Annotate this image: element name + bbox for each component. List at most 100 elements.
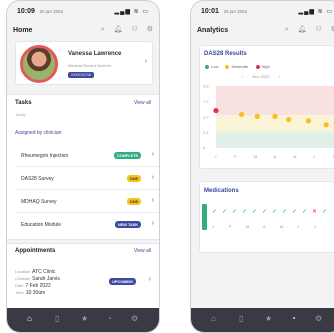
settings-icon[interactable]: ⚙: [131, 314, 138, 323]
medications-card: Medications ✓ ✓ ✓ ✓ ✓ ✓ ✓ ✓ ✓ ✓ ✕ ✓ J F M A M J J: [199, 181, 334, 253]
prev-period-button[interactable]: ‹: [242, 74, 243, 79]
task-row[interactable]: MDHAQ Survey DUE ›: [15, 193, 159, 213]
x-tick-label: A: [274, 154, 277, 159]
analytics-icon[interactable]: ◔: [107, 314, 112, 323]
star-icon[interactable]: ★: [81, 314, 88, 323]
patient-name: Vanessa Lawrence: [68, 51, 122, 57]
y-tick-label: 4.7: [203, 115, 209, 120]
analytics-screen: 10:01 25 jun 2022 ▂▄▆ ≋ ▭ Analytics ⌕ 🔔︎…: [190, 0, 334, 333]
month-label: J: [314, 224, 316, 229]
appointments-section: Appointments View all Location ATC Clinic…: [7, 243, 159, 309]
month-label: M: [246, 224, 250, 229]
x-tick-label: M: [293, 154, 296, 159]
y-tick-label: 9.6: [203, 84, 209, 89]
notification-icon[interactable]: 🔔︎: [114, 26, 123, 33]
page-title: Home: [13, 27, 33, 34]
legend-low: Low: [205, 64, 218, 69]
status-bar: 10:01 25 jun 2022 ▂▄▆ ≋ ▭: [201, 8, 333, 18]
status-bar: 10:09 20 jun 2022 ▂▄▆ ≋ ▭: [17, 8, 149, 18]
taken-dose-icon: ✓: [302, 209, 308, 215]
task-row[interactable]: Rheumegrin Injection COMPLETE ›: [15, 147, 159, 167]
status-badge: DUE: [126, 175, 141, 182]
band-low: [216, 131, 334, 148]
appointments-title: Appointments: [15, 248, 56, 254]
profile-card[interactable]: Vanessa Lawrence Medical Record Number X…: [15, 41, 153, 85]
das28-card: DAS28 Results Low Moderate High ‹ Nov 20…: [199, 45, 334, 169]
medication-icon[interactable]: ▯: [55, 314, 59, 323]
signal-wifi-battery-icon: ▂▄▆ ≋ ▭: [114, 9, 149, 15]
status-badge: DUE: [126, 198, 141, 205]
bottom-tab-bar: ⌂ ▯ ★ ◔ ⚙: [191, 308, 334, 332]
medication-marks-row: ✓ ✓ ✓ ✓ ✓ ✓ ✓ ✓ ✓ ✓ ✕ ✓: [212, 208, 332, 215]
notification-icon[interactable]: 🔔︎: [298, 26, 307, 33]
gear-icon[interactable]: ⚙: [147, 26, 153, 33]
status-time: 10:01: [201, 8, 219, 15]
tasks-today-label: Today: [15, 112, 26, 117]
chevron-right-icon: ›: [151, 151, 154, 158]
appointment-status-badge: UPCOMING: [109, 278, 136, 285]
search-icon[interactable]: ⌕: [285, 26, 289, 33]
x-tick-label: M: [254, 154, 257, 159]
home-icon[interactable]: ⌂: [211, 314, 216, 323]
taken-dose-icon: ✓: [322, 209, 328, 215]
taken-dose-icon: ✓: [232, 209, 238, 215]
bottom-tab-bar: ⌂ ▯ ★ ◔ ⚙: [7, 308, 159, 332]
tasks-section: Tasks View all Today Assigned by clinici…: [7, 94, 159, 240]
das28-title: DAS28 Results: [204, 51, 247, 57]
appointments-view-all-link[interactable]: View all: [134, 248, 151, 254]
month-label: F: [229, 224, 232, 229]
task-label: Education Module: [21, 222, 62, 228]
x-tick-label: J: [313, 154, 315, 159]
star-icon[interactable]: ★: [265, 314, 272, 323]
user-icon[interactable]: ⚇: [131, 26, 137, 33]
task-row[interactable]: DAS28 Survey DUE ›: [15, 170, 159, 190]
status-date: 20 jun 2022: [39, 9, 64, 14]
task-label: DAS28 Survey: [21, 176, 54, 182]
taken-dose-icon: ✓: [262, 209, 268, 215]
chart-period-nav: ‹ Nov 2022 ›: [242, 74, 280, 79]
app-header: Home ⌕ 🔔︎ ⚇ ⚙: [13, 25, 153, 39]
task-label: Rheumegrin Injection: [21, 153, 69, 159]
y-tick-label: 2.4: [203, 130, 209, 135]
settings-icon[interactable]: ⚙: [315, 314, 322, 323]
tasks-title: Tasks: [15, 100, 32, 106]
taken-dose-icon: ✓: [212, 209, 218, 215]
data-point: [305, 118, 312, 124]
next-period-button[interactable]: ›: [279, 74, 280, 79]
data-point: [272, 113, 278, 119]
medication-month-row: JFMAMJJ: [212, 224, 331, 229]
legend-moderate: Moderate: [225, 64, 248, 69]
legend-high: High: [255, 64, 270, 69]
user-icon[interactable]: ⚇: [315, 26, 321, 33]
chevron-right-icon: ›: [151, 220, 154, 227]
data-point: [238, 111, 245, 118]
tasks-view-all-link[interactable]: View all: [134, 100, 151, 106]
analytics-icon[interactable]: ◔: [291, 314, 296, 323]
chevron-right-icon[interactable]: ›: [149, 276, 151, 283]
data-point: [254, 113, 260, 119]
month-label: J: [212, 224, 214, 229]
x-tick-label: J: [215, 154, 217, 159]
x-tick-label: F: [234, 154, 237, 159]
home-icon[interactable]: ⌂: [27, 314, 32, 323]
assigned-by-clinician-label: Assigned by clinician: [15, 130, 62, 136]
medications-title: Medications: [204, 188, 239, 194]
appointment-date: Date 7 Feb 2022: [15, 283, 51, 289]
mrn-badge: XXXXXX716: [68, 72, 94, 78]
y-tick-label: 0: [203, 146, 206, 151]
avatar: [20, 45, 58, 83]
search-icon[interactable]: ⌕: [101, 26, 105, 33]
page-title: Analytics: [197, 27, 229, 34]
taken-dose-icon: ✓: [272, 209, 278, 215]
missed-dose-icon: ✕: [312, 209, 318, 215]
data-point: [286, 116, 292, 123]
app-header: Analytics ⌕ 🔔︎ ⚇ ⚙: [197, 25, 334, 39]
y-tick-label: 7.2: [203, 99, 209, 104]
month-label: J: [297, 224, 299, 229]
band-high: [216, 86, 334, 116]
chevron-right-icon: ›: [144, 58, 147, 65]
medication-icon[interactable]: ▯: [239, 314, 243, 323]
task-row[interactable]: Education Module NEW TASK ›: [15, 216, 159, 235]
status-badge: COMPLETE: [113, 152, 141, 159]
data-point: [213, 107, 219, 114]
